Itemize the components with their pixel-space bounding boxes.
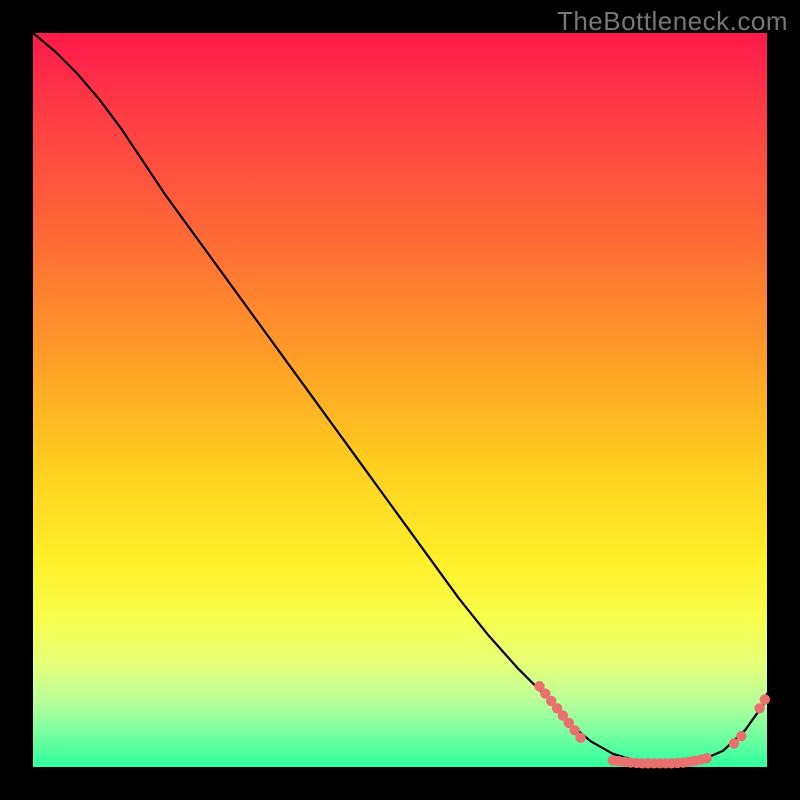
data-dot bbox=[754, 703, 764, 713]
chart-frame: TheBottleneck.com bbox=[0, 0, 800, 800]
data-dots bbox=[534, 681, 770, 768]
data-dot bbox=[736, 731, 746, 741]
curve-line bbox=[33, 33, 767, 763]
data-dot bbox=[575, 732, 585, 742]
data-dot bbox=[729, 738, 739, 748]
chart-svg bbox=[33, 33, 767, 767]
plot-area bbox=[33, 33, 767, 767]
data-dot bbox=[702, 753, 712, 763]
data-dot bbox=[760, 694, 770, 704]
